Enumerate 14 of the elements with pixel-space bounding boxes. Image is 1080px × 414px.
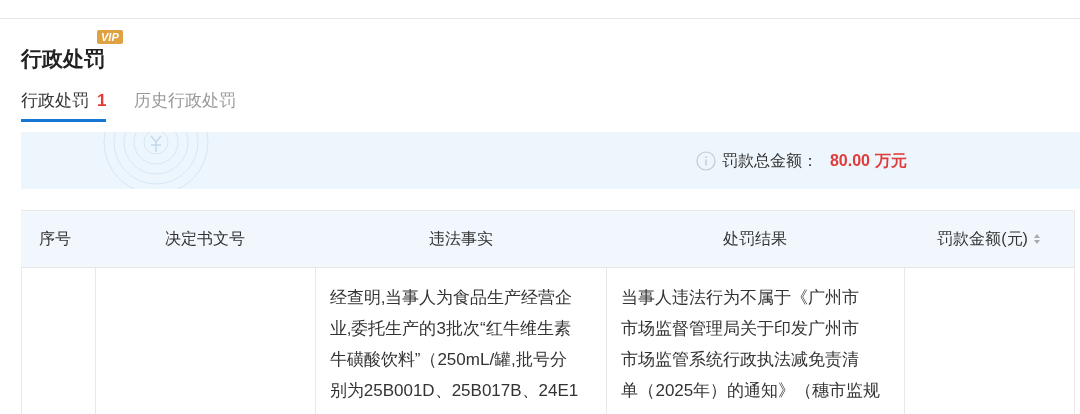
column-header: 处罚结果: [722, 229, 789, 249]
column-header: 序号: [38, 229, 72, 249]
column-header: 决定书文号: [163, 229, 246, 249]
column-header: 违法事实: [427, 229, 494, 249]
table-cell: 经查明,当事人为食品生产经营企 业,委托生产的3批次“红牛维生素 牛磺酸饮料”（250mL/罐,批号分 别为25B001D、25B017B、24E1: [314, 268, 607, 414]
column-header[interactable]: 罚款金额(元): [904, 211, 1074, 267]
summary-amount: 80.00: [829, 150, 870, 171]
section-title: 行政处罚: [21, 47, 105, 70]
table-cell: 当事人违法行为不属于《广州市 市场监督管理局关于印发广州市 市场监管系统行政执法减免责清 单（2025年）的通知》（穗市监规: [606, 268, 905, 414]
summary-label: 罚款总金额：: [721, 150, 818, 171]
info-icon: [695, 150, 716, 171]
summary-unit: 万元: [875, 150, 907, 171]
vip-badge: VIP: [97, 30, 123, 44]
tab[interactable]: 行政处罚 1: [21, 89, 107, 122]
